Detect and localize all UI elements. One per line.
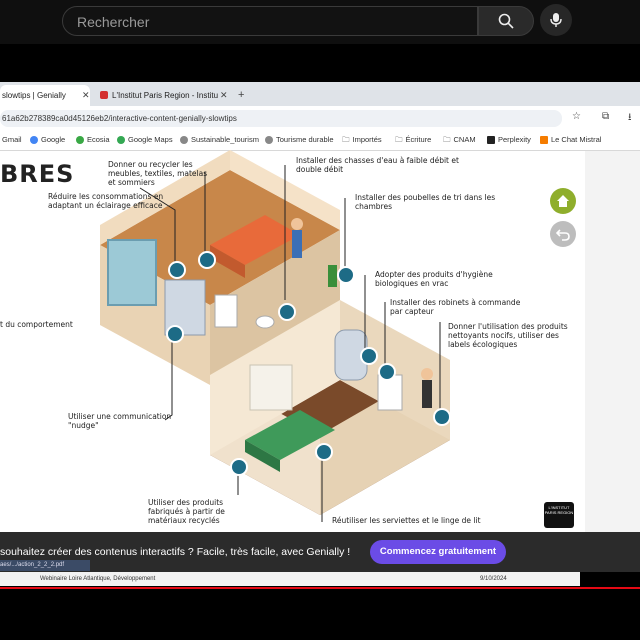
bookmark-google-maps[interactable]: Google Maps [117,133,173,147]
bookmark-perplexity[interactable]: Perplexity [487,133,531,147]
ecosia-icon [76,136,84,144]
balcony-window [107,239,157,306]
back-button[interactable] [550,221,576,247]
hotspot-cleaning[interactable] [433,408,451,426]
bookmark-le-chat-mistral[interactable]: Le Chat Mistral [540,133,601,147]
annotation: Installer des chasses d'eau à faible déb… [296,156,459,174]
home-icon [557,195,569,207]
hotspot-flush[interactable] [278,303,296,321]
annotation: Installer des poubelles de tri dans les … [355,193,496,211]
bookmark-google[interactable]: Google [30,133,65,147]
download-icon[interactable]: ⭳ [628,110,632,127]
hotspot-recycled[interactable] [230,458,248,476]
bookmark-cnam[interactable]: 🗀 CNAM [443,133,476,147]
hotspot-hygiene[interactable] [360,347,378,365]
bookmark-sustainable-tourism[interactable]: Sustainable_tourism [180,133,259,147]
maps-icon [117,136,125,144]
bookmark-importes[interactable]: 🗀 Importés [342,133,382,147]
close-tab-icon[interactable]: ✕ [82,85,90,106]
close-tab-icon[interactable]: ✕ [220,85,228,106]
annotation: Réutiliser les serviettes et le linge de… [332,516,481,525]
perplexity-icon [487,136,495,144]
hotspot-furniture[interactable] [198,251,216,269]
hotspot-nudge[interactable] [166,325,184,343]
browser-tab-bar [0,82,640,106]
status-date: 9/10/2024 [480,576,507,582]
voice-search-button[interactable] [540,4,572,36]
mic-icon [550,13,562,27]
search-icon [498,13,514,29]
background-status-row: Webinaire Loire Atlantique, Développemen… [0,572,580,586]
annotation: Réduire les consommations en adaptant un… [48,192,164,210]
institut-logo: L'INSTITUT PARIS REGION [544,502,574,528]
person-figure [292,230,302,258]
housekeeper-figure [422,380,432,408]
mistral-icon [540,136,548,144]
search-input[interactable]: Rechercher [62,6,478,36]
bookmark-ecosia[interactable]: Ecosia [76,133,110,147]
annotation: Utiliser une communication "nudge" [68,412,172,430]
url-field[interactable]: 61a62b278389ca0d45126eb2/interactive-con… [0,110,562,127]
upper-toilet [255,315,275,329]
video-progress-bar[interactable] [0,587,640,589]
search-button[interactable] [478,6,534,36]
annotation: Donner l'utilisation des produits nettoy… [448,322,568,349]
person-head [291,218,303,230]
annotation: Adopter des produits d'hygiène biologiqu… [375,270,493,288]
tab-institut[interactable]: L'Institut Paris Region - Institut [98,85,218,106]
upper-sink [214,294,238,328]
bookmark-tourisme-durable[interactable]: Tourisme durable [265,133,334,147]
new-tab-icon[interactable]: + [238,85,244,106]
page-margin [585,151,640,532]
folder-icon: 🗀 [342,135,350,144]
globe-icon [180,136,188,144]
status-left-text: Webinaire Loire Atlantique, Développemen… [40,576,156,582]
banner-text: souhaitez créer des contenus interactifs… [0,546,351,558]
folder-icon: 🗀 [443,135,451,144]
housekeeper-head [421,368,433,380]
star-icon[interactable]: ☆ [572,111,581,122]
tab-genially[interactable]: slowtips | Genially [0,85,90,106]
globe-icon [265,136,273,144]
hotspot-bins[interactable] [337,266,355,284]
google-icon [30,136,38,144]
folder-icon: 🗀 [395,135,403,144]
extensions-icon[interactable]: ⧉ [602,111,609,122]
bookmark-gmail[interactable]: Gmail [2,133,22,147]
lower-window [249,364,293,411]
undo-icon [556,229,570,241]
hotspot-faucets[interactable] [378,363,396,381]
annotation: Donner ou recycler les meubles, textiles… [108,160,208,187]
start-free-button[interactable]: Commencez gratuitement [370,540,506,564]
home-button[interactable] [550,188,576,214]
recycling-bin [328,265,337,287]
hotspot-lighting[interactable] [168,261,186,279]
download-chip[interactable]: aes/.../action_2_2_2.pdf [0,560,90,571]
annotation: Installer des robinets à commande par ca… [390,298,521,316]
bookmark-ecriture[interactable]: 🗀 Écriture [395,133,431,147]
annotation: Utiliser des produits fabriqués à partir… [148,498,225,525]
hotspot-linen[interactable] [315,443,333,461]
